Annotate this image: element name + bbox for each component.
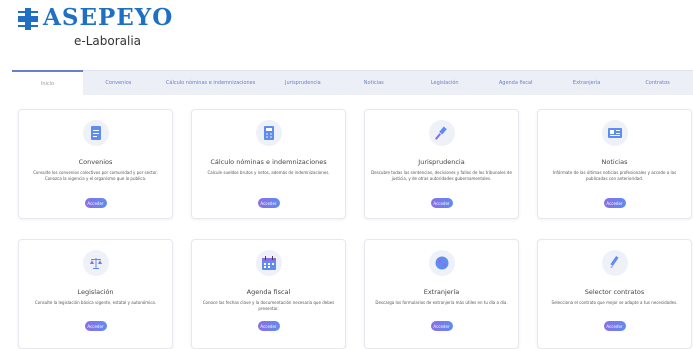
card-description: Conoce las fechas clave y la documentaci… [202,300,335,311]
card-extranjeria: Extranjería Descarga los formularios de … [364,239,519,349]
card-title: Cálculo nóminas e indemnizaciones [210,158,327,166]
document-icon [82,120,109,146]
acceder-button[interactable]: Acceder [603,321,626,331]
card-legislacion: Legislación Consulte la legislación bási… [18,239,173,349]
card-description: Descubre todas las sentencias, decisione… [371,170,512,181]
tab-agenda-fiscal[interactable]: Agenda fiscal [480,71,551,95]
acceder-button[interactable]: Acceder [84,321,107,331]
card-jurisprudencia: Jurisprudencia Descubre todas las senten… [364,109,519,219]
acceder-button[interactable]: Acceder [257,198,280,208]
card-title: Extranjería [423,288,460,296]
acceder-button[interactable]: Acceder [430,198,453,208]
tab-jurisprudencia[interactable]: Jurisprudencia [267,71,338,95]
main-tabs: Inicio Convenios Cálculo nóminas e indem… [12,70,693,95]
card-description: Calcule sueldos brutos y netos, además d… [207,170,330,175]
card-title: Legislación [77,288,114,296]
card-title: Selector contratos [584,288,645,296]
tab-calculo-nominas[interactable]: Cálculo nóminas e indemnizaciones [154,71,268,95]
tab-noticias[interactable]: Noticias [338,71,409,95]
acceder-button[interactable]: Acceder [430,321,453,331]
card-title: Agenda fiscal [246,288,291,296]
card-noticias: Noticias Infórmate de las últimas notici… [537,109,692,219]
tab-contratos[interactable]: Contratos [622,71,693,95]
acceder-button[interactable]: Acceder [257,321,280,331]
card-description: Descarga los formularios de extranjería … [375,300,508,305]
card-selector-contratos: Selector contratos Selecciona el contrat… [537,239,692,349]
globe-icon [428,250,455,276]
card-description: Infórmate de las últimas noticias profes… [552,170,677,181]
pen-icon [601,250,628,276]
tab-extranjeria[interactable]: Extranjería [551,71,622,95]
card-title: Convenios [78,158,113,166]
tab-inicio[interactable]: Inicio [12,70,83,95]
card-description: Consulte la legislación básica vigente, … [34,300,157,305]
gavel-icon [428,120,455,146]
scales-icon [82,250,109,276]
card-calculo-nominas: Cálculo nóminas e indemnizaciones Calcul… [191,109,346,219]
card-title: Jurisprudencia [418,158,465,166]
card-description: Selecciona el contrato que mejor se adap… [551,300,678,305]
card-title: Noticias [601,158,628,166]
card-agenda-fiscal: Agenda fiscal Conoce las fechas clave y … [191,239,346,349]
acceder-button[interactable]: Acceder [603,198,626,208]
calendar-icon [255,250,282,276]
logo-cross-icon [18,8,38,30]
acceder-button[interactable]: Acceder [84,198,107,208]
calculator-icon [255,120,282,146]
tab-legislacion[interactable]: Legislación [409,71,480,95]
card-description: Consulte los convenios colectivos por co… [33,170,158,181]
newspaper-icon [601,120,628,146]
brand-name: ASEPEYO [43,4,174,31]
tab-convenios[interactable]: Convenios [83,71,154,95]
card-convenios: Convenios Consulte los convenios colecti… [18,109,173,219]
brand-subtitle: e-Laboralia [74,34,142,48]
